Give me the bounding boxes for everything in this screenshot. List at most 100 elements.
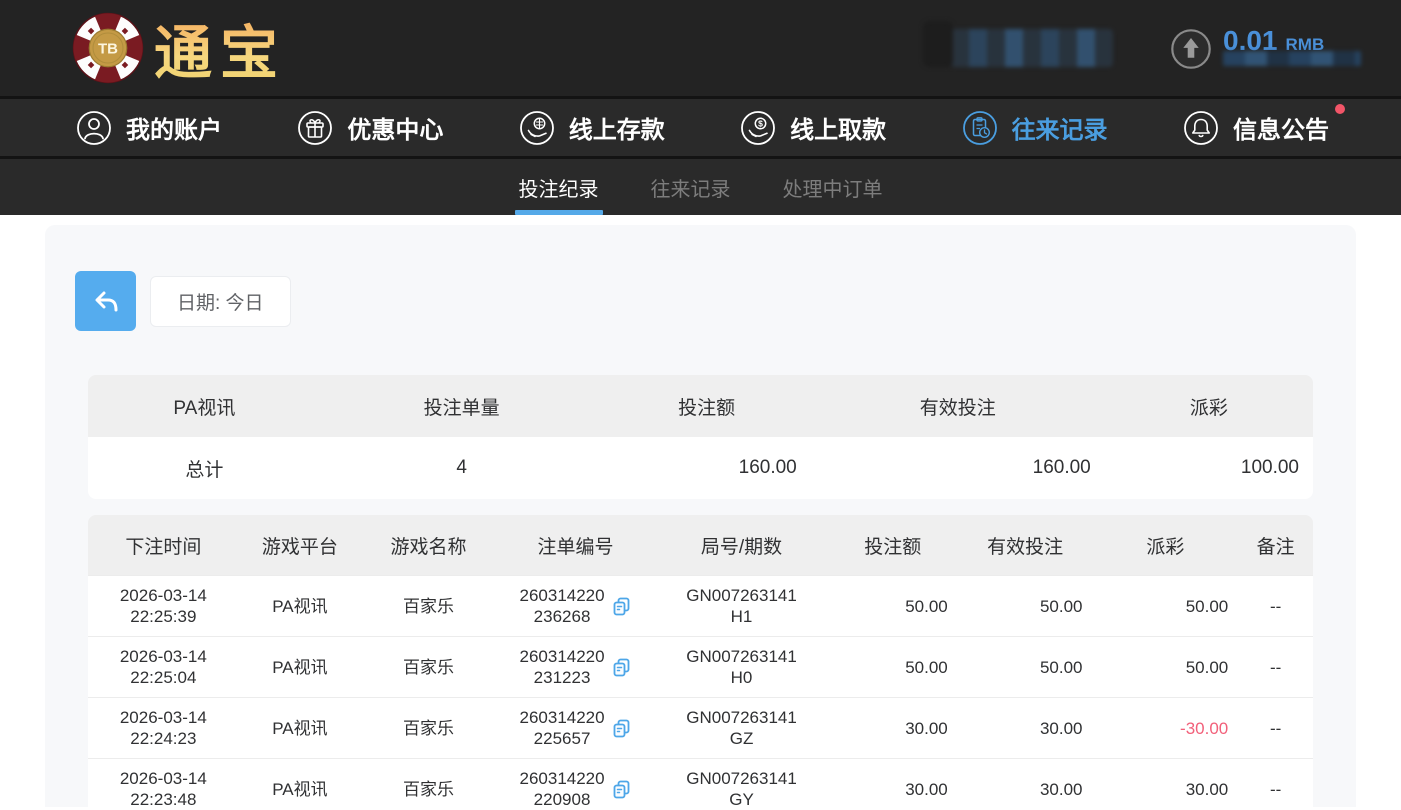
casino-chip-icon: TB: [72, 12, 144, 84]
platform: PA视讯: [239, 636, 362, 697]
main-navigation: 我的账户 优惠中心 线上存款 $ 线上取款: [0, 96, 1401, 156]
bet-records-table: 下注时间 游戏平台 游戏名称 注单编号 局号/期数 投注额 有效投注 派彩 备注…: [88, 515, 1313, 810]
summary-header-row: PA视讯 投注单量 投注额 有效投注 派彩: [88, 375, 1313, 437]
col-order-no: 注单编号: [496, 515, 655, 575]
bet-amount: 50.00: [828, 575, 958, 636]
censored-balance-detail: [1223, 51, 1361, 66]
game-name: 百家乐: [361, 575, 496, 636]
censored-username: [951, 29, 1113, 67]
col-note: 备注: [1238, 515, 1313, 575]
nav-item-my-account[interactable]: 我的账户: [76, 110, 222, 146]
record-tabs: 投注纪录 往来记录 处理中订单: [0, 156, 1401, 215]
back-button[interactable]: [75, 271, 136, 331]
date-filter[interactable]: 日期: 今日: [150, 276, 291, 327]
total-count: 4: [321, 437, 603, 499]
nav-label: 线上取款: [790, 110, 886, 145]
nav-label: 线上存款: [569, 110, 665, 145]
copy-icon[interactable]: [612, 596, 632, 616]
order-number: 260314220236268: [496, 575, 655, 636]
note: --: [1238, 636, 1313, 697]
top-header: TB 通宝 0.01 RMB: [0, 0, 1401, 96]
table-row: 2026-03-1422:25:04 PA视讯 百家乐 260314220231…: [88, 636, 1313, 697]
summary-table: PA视讯 投注单量 投注额 有效投注 派彩 总计 4 160.00 160.00…: [88, 375, 1313, 499]
note: --: [1238, 758, 1313, 810]
filter-row: 日期: 今日: [75, 271, 1326, 331]
note: --: [1238, 697, 1313, 758]
valid-bet: 50.00: [958, 575, 1093, 636]
payout: 50.00: [1092, 636, 1238, 697]
balance-box[interactable]: 0.01 RMB: [1169, 25, 1361, 71]
round-number: GN007263141GY: [655, 758, 828, 810]
records-icon: [962, 110, 998, 146]
brand-name: 通宝: [154, 6, 286, 90]
copy-icon[interactable]: [612, 657, 632, 677]
brand-logo[interactable]: TB 通宝: [72, 6, 286, 90]
summary-header-count: 投注单量: [321, 375, 603, 437]
payout: 50.00: [1092, 575, 1238, 636]
order-number: 260314220231223: [496, 636, 655, 697]
nav-item-records[interactable]: 往来记录: [962, 110, 1108, 146]
nav-label: 我的账户: [126, 110, 222, 145]
table-row: 2026-03-1422:25:39 PA视讯 百家乐 260314220236…: [88, 575, 1313, 636]
col-game: 游戏名称: [361, 515, 496, 575]
nav-item-deposit[interactable]: 线上存款: [519, 110, 665, 146]
valid-bet: 50.00: [958, 636, 1093, 697]
nav-item-promotions[interactable]: 优惠中心: [297, 110, 443, 146]
notification-dot: [1335, 104, 1345, 114]
col-platform: 游戏平台: [239, 515, 362, 575]
payout: 30.00: [1092, 758, 1238, 810]
nav-item-announcements[interactable]: 信息公告: [1183, 110, 1329, 146]
nav-label: 优惠中心: [347, 110, 443, 145]
col-round-no: 局号/期数: [655, 515, 828, 575]
col-valid-bet: 有效投注: [958, 515, 1093, 575]
copy-icon[interactable]: [612, 718, 632, 738]
bet-amount: 30.00: [828, 697, 958, 758]
valid-bet: 30.00: [958, 758, 1093, 810]
col-payout: 派彩: [1092, 515, 1238, 575]
col-bet-amount: 投注额: [828, 515, 958, 575]
round-number: GN007263141H1: [655, 575, 828, 636]
platform: PA视讯: [239, 575, 362, 636]
game-name: 百家乐: [361, 758, 496, 810]
bell-icon: [1183, 110, 1219, 146]
total-payout: 100.00: [1105, 437, 1313, 499]
summary-total-row: 总计 4 160.00 160.00 100.00: [88, 437, 1313, 499]
withdraw-icon: $: [740, 110, 776, 146]
gift-icon: [297, 110, 333, 146]
table-row: 2026-03-1422:24:23 PA视讯 百家乐 260314220225…: [88, 697, 1313, 758]
summary-header-valid: 有效投注: [811, 375, 1105, 437]
bet-time: 2026-03-1422:25:04: [88, 636, 239, 697]
nav-item-withdraw[interactable]: $ 线上取款: [740, 110, 886, 146]
round-number: GN007263141GZ: [655, 697, 828, 758]
tab-processing-orders[interactable]: 处理中订单: [781, 159, 885, 215]
bet-header-row: 下注时间 游戏平台 游戏名称 注单编号 局号/期数 投注额 有效投注 派彩 备注: [88, 515, 1313, 575]
round-number: GN007263141H0: [655, 636, 828, 697]
tab-bet-records[interactable]: 投注纪录: [517, 159, 601, 215]
valid-bet: 30.00: [958, 697, 1093, 758]
back-arrow-icon: [90, 285, 122, 317]
bet-time: 2026-03-1422:25:39: [88, 575, 239, 636]
bet-amount: 50.00: [828, 636, 958, 697]
table-row: 2026-03-1422:23:48 PA视讯 百家乐 260314220220…: [88, 758, 1313, 810]
deposit-icon: [519, 110, 555, 146]
note: --: [1238, 575, 1313, 636]
user-icon: [76, 110, 112, 146]
order-number: 260314220220908: [496, 758, 655, 810]
bet-time: 2026-03-1422:23:48: [88, 758, 239, 810]
refresh-balance-icon[interactable]: [1169, 27, 1213, 71]
game-name: 百家乐: [361, 697, 496, 758]
summary-header-bet: 投注额: [603, 375, 811, 437]
col-bet-time: 下注时间: [88, 515, 239, 575]
svg-text:$: $: [758, 118, 763, 128]
total-valid: 160.00: [811, 437, 1105, 499]
bet-amount: 30.00: [828, 758, 958, 810]
order-number: 260314220225657: [496, 697, 655, 758]
total-label: 总计: [88, 437, 321, 499]
platform: PA视讯: [239, 758, 362, 810]
nav-label: 信息公告: [1233, 110, 1329, 145]
copy-icon[interactable]: [612, 779, 632, 799]
game-name: 百家乐: [361, 636, 496, 697]
payout-negative: -30.00: [1092, 697, 1238, 758]
tab-transaction-records[interactable]: 往来记录: [649, 159, 733, 215]
chip-badge-text: TB: [98, 41, 118, 58]
